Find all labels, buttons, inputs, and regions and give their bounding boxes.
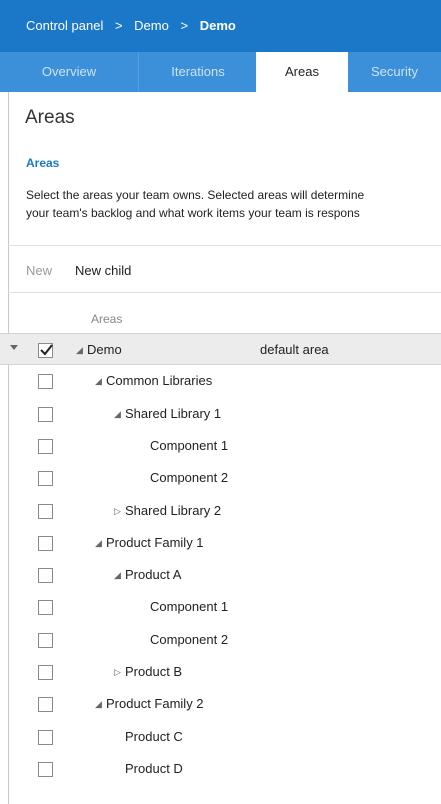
tab-areas[interactable]: Areas [256, 52, 348, 92]
area-checkbox[interactable] [38, 343, 53, 358]
tree-row[interactable]: Product D [0, 753, 441, 785]
area-checkbox[interactable] [38, 697, 53, 713]
collapsed-triangle-icon[interactable]: ▷ [114, 665, 121, 679]
breadcrumb-separator: > [114, 18, 123, 33]
tree-row[interactable]: Component 2 [0, 624, 441, 656]
new-button[interactable]: New [26, 263, 52, 278]
tree-row[interactable]: ◢ Product Family 1 [0, 527, 441, 559]
tree-row[interactable]: ◢ Demo default area [0, 333, 441, 365]
area-label: Shared Library 2 [125, 502, 222, 518]
collapsed-triangle-icon[interactable]: ▷ [114, 504, 121, 518]
area-checkbox[interactable] [38, 503, 53, 519]
tab-security[interactable]: Security [348, 52, 441, 92]
page-title: Areas [25, 107, 75, 128]
description-line: Select the areas your team owns. Selecte… [26, 188, 365, 202]
expanded-triangle-icon[interactable]: ◢ [95, 536, 102, 550]
area-checkbox[interactable] [38, 471, 53, 487]
area-label: Product Family 1 [106, 534, 204, 550]
tab-iterations[interactable]: Iterations [138, 52, 257, 92]
area-label: Component 2 [150, 631, 229, 647]
expanded-triangle-icon[interactable]: ◢ [95, 697, 102, 711]
tree-row[interactable]: Component 1 [0, 591, 441, 623]
area-label: Product D [125, 760, 183, 776]
area-checkbox[interactable] [38, 632, 53, 648]
section-title: Areas [26, 156, 60, 170]
area-checkbox[interactable] [38, 568, 53, 584]
tree-row[interactable]: ◢ Common Libraries [0, 365, 441, 397]
area-label: Product Family 2 [106, 696, 204, 712]
expanded-triangle-icon[interactable]: ◢ [95, 374, 102, 388]
area-checkbox[interactable] [38, 729, 53, 745]
tree-row[interactable]: ◢ Shared Library 1 [0, 398, 441, 430]
default-area-tag: default area [260, 342, 329, 357]
area-label: Component 1 [150, 599, 229, 615]
area-label: Product B [125, 664, 183, 679]
area-checkbox[interactable] [38, 535, 53, 551]
tree-row[interactable]: ▷ Product B [0, 656, 441, 688]
tab-overview[interactable]: Overview [0, 52, 138, 92]
column-header-areas: Areas [91, 312, 123, 326]
tree-row[interactable]: ◢ Product A [0, 559, 441, 591]
expanded-triangle-icon[interactable]: ◢ [76, 343, 83, 357]
area-checkbox[interactable] [38, 374, 53, 390]
breadcrumb-control-panel[interactable]: Control panel [26, 18, 103, 33]
tree-row[interactable]: ◢ Product Family 2 [0, 688, 441, 720]
divider [8, 245, 441, 246]
area-label: Common Libraries [106, 373, 213, 389]
description: Select the areas your team owns. Selecte… [26, 186, 441, 222]
breadcrumb-bar: Control panel > Demo > Demo [0, 0, 441, 52]
breadcrumb-current: Demo [199, 18, 236, 33]
tree-row[interactable]: Product C [0, 721, 441, 753]
area-checkbox[interactable] [38, 406, 53, 422]
area-label: Product C [125, 728, 183, 744]
area-checkbox[interactable] [38, 600, 53, 616]
divider [8, 292, 441, 293]
expanded-triangle-icon[interactable]: ◢ [114, 407, 121, 421]
tree-row[interactable]: ▷ Shared Library 2 [0, 495, 441, 527]
area-label: Component 1 [150, 437, 229, 453]
area-label: Component 2 [150, 470, 229, 486]
area-checkbox[interactable] [38, 761, 53, 777]
tree-row[interactable]: Component 2 [0, 462, 441, 494]
tab-bar: Overview Iterations Areas Security [0, 52, 441, 92]
expanded-triangle-icon[interactable]: ◢ [114, 568, 121, 582]
description-line: your team's backlog and what work items … [26, 206, 360, 220]
new-child-button[interactable]: New child [75, 263, 131, 278]
tree-row[interactable]: Component 1 [0, 430, 441, 462]
row-context-caret-icon[interactable] [10, 345, 18, 350]
area-label: Shared Library 1 [125, 405, 222, 421]
breadcrumb-project[interactable]: Demo [134, 18, 169, 33]
area-label: Demo [87, 342, 122, 357]
breadcrumb: Control panel > Demo > Demo [26, 18, 236, 33]
breadcrumb-separator: > [180, 18, 189, 33]
area-checkbox[interactable] [38, 438, 53, 454]
area-checkbox[interactable] [38, 665, 53, 680]
area-label: Product A [125, 567, 182, 583]
